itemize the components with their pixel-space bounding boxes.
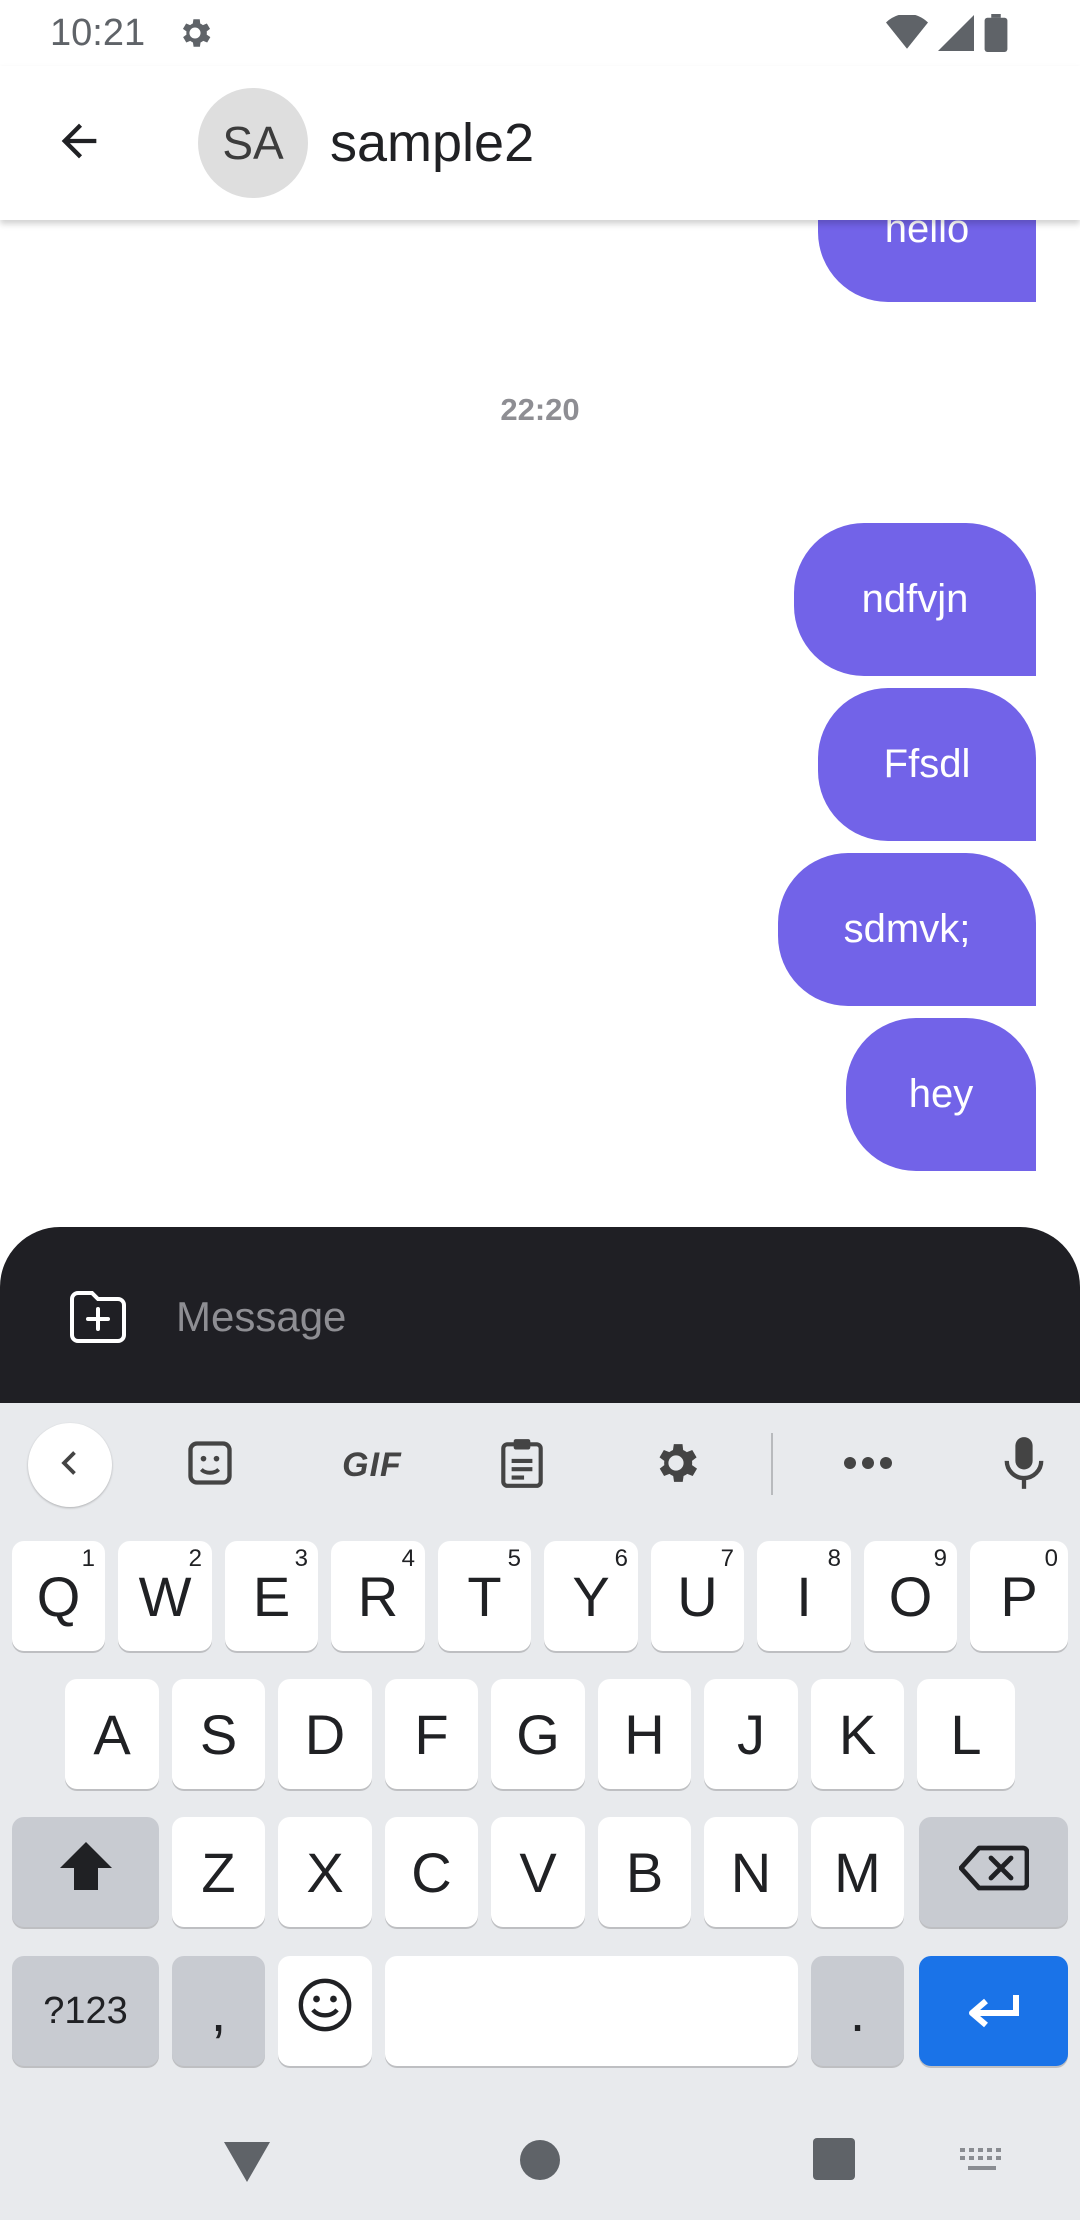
nav-home-button[interactable] — [518, 2138, 562, 2187]
keyboard-switch-button[interactable] — [958, 2146, 1006, 2181]
key-u[interactable]: U7 — [651, 1541, 744, 1651]
clipboard-icon — [497, 1436, 547, 1495]
soft-keyboard: GIF Q1 W2 E3 R4 T5 Y6 U7 I8 O9 P 0 A S D… — [0, 1403, 1080, 2110]
message-list[interactable]: hello 22:20 ndfvjn Ffsdl sdmvk; hey — [0, 220, 1080, 1228]
message-composer — [0, 1227, 1080, 1403]
key-w[interactable]: W2 — [118, 1541, 212, 1651]
chevron-left-icon — [52, 1445, 88, 1486]
more-button[interactable] — [826, 1423, 910, 1507]
space-key[interactable] — [385, 1956, 798, 2066]
comma-key[interactable]: , — [172, 1956, 265, 2066]
message-text: Ffsdl — [883, 742, 971, 786]
nav-back-button[interactable] — [222, 2138, 272, 2189]
message-input[interactable] — [176, 1279, 1036, 1355]
key-f[interactable]: F — [385, 1679, 478, 1789]
period-key[interactable]: . — [811, 1956, 904, 2066]
key-q[interactable]: Q1 — [12, 1541, 105, 1651]
time-separator: 22:20 — [500, 392, 580, 427]
key-p[interactable]: P0 — [970, 1541, 1068, 1651]
sticker-icon — [184, 1437, 236, 1494]
key-r[interactable]: R4 — [331, 1541, 425, 1651]
home-circle-icon — [518, 2138, 562, 2187]
key-e[interactable]: E3 — [225, 1541, 318, 1651]
enter-icon — [966, 1979, 1022, 2044]
recents-square-icon — [813, 2138, 855, 2185]
nav-recents-button[interactable] — [813, 2138, 855, 2185]
sticker-button[interactable] — [168, 1423, 252, 1507]
enter-key[interactable] — [919, 1956, 1068, 2066]
message-bubble[interactable]: hello — [818, 220, 1036, 302]
backspace-key[interactable] — [919, 1817, 1068, 1927]
key-i[interactable]: I8 — [757, 1541, 851, 1651]
toolbar-divider — [771, 1433, 773, 1495]
message-bubble[interactable]: ndfvjn — [794, 523, 1036, 676]
key-j[interactable]: J — [704, 1679, 798, 1789]
shift-icon — [58, 1840, 114, 1905]
key-a[interactable]: A — [65, 1679, 159, 1789]
status-time: 10:21 — [50, 12, 146, 54]
gif-button[interactable]: GIF — [322, 1423, 422, 1507]
status-icons — [886, 13, 1008, 57]
back-triangle-icon — [222, 2138, 272, 2189]
key-x[interactable]: X — [278, 1817, 372, 1927]
shift-key[interactable] — [12, 1817, 159, 1927]
backspace-icon — [958, 1840, 1029, 1905]
key-k[interactable]: K — [811, 1679, 904, 1789]
message-text: sdmvk; — [843, 907, 971, 951]
key-z[interactable]: Z — [172, 1817, 265, 1927]
keyboard-switch-icon — [958, 2146, 1006, 2181]
gear-icon — [650, 1437, 702, 1494]
key-d[interactable]: D — [278, 1679, 372, 1789]
system-nav-bar — [0, 2110, 1080, 2220]
back-button[interactable] — [38, 102, 120, 184]
message-bubble[interactable]: sdmvk; — [778, 853, 1036, 1006]
battery-icon — [984, 14, 1008, 57]
wifi-icon — [886, 13, 928, 56]
emoji-key[interactable] — [278, 1956, 372, 2066]
message-text: hello — [884, 220, 970, 251]
gif-label: GIF — [342, 1445, 402, 1484]
key-g[interactable]: G — [491, 1679, 585, 1789]
chat-header: SA sample2 — [0, 66, 1080, 220]
keyboard-settings-button[interactable] — [634, 1423, 718, 1507]
more-horizontal-icon — [842, 1453, 894, 1478]
key-c[interactable]: C — [385, 1817, 478, 1927]
key-v[interactable]: V — [491, 1817, 585, 1927]
key-t[interactable]: T5 — [438, 1541, 531, 1651]
keyboard-toolbar: GIF — [0, 1403, 1080, 1523]
key-h[interactable]: H — [598, 1679, 691, 1789]
voice-input-button[interactable] — [982, 1423, 1066, 1507]
symbols-key[interactable]: ?123 — [12, 1956, 159, 2066]
contact-name[interactable]: sample2 — [330, 112, 534, 174]
message-bubble[interactable]: hey — [846, 1018, 1036, 1171]
keyboard-collapse-button[interactable] — [28, 1423, 112, 1507]
key-l[interactable]: L — [917, 1679, 1015, 1789]
microphone-icon — [1001, 1435, 1047, 1496]
folder-plus-icon[interactable] — [66, 1287, 130, 1347]
message-bubble[interactable]: Ffsdl — [818, 688, 1036, 841]
emoji-icon — [296, 1976, 354, 2047]
key-y[interactable]: Y6 — [544, 1541, 638, 1651]
message-text: ndfvjn — [861, 577, 969, 621]
key-b[interactable]: B — [598, 1817, 691, 1927]
clipboard-button[interactable] — [480, 1423, 564, 1507]
key-m[interactable]: M — [811, 1817, 904, 1927]
key-o[interactable]: O9 — [864, 1541, 957, 1651]
status-bar: 10:21 — [0, 0, 1080, 66]
key-s[interactable]: S — [172, 1679, 265, 1789]
key-n[interactable]: N — [704, 1817, 798, 1927]
avatar[interactable]: SA — [198, 88, 308, 198]
arrow-left-icon — [53, 115, 105, 172]
gear-icon — [176, 14, 214, 52]
cell-signal-icon — [938, 15, 974, 56]
message-text: hey — [908, 1072, 974, 1116]
